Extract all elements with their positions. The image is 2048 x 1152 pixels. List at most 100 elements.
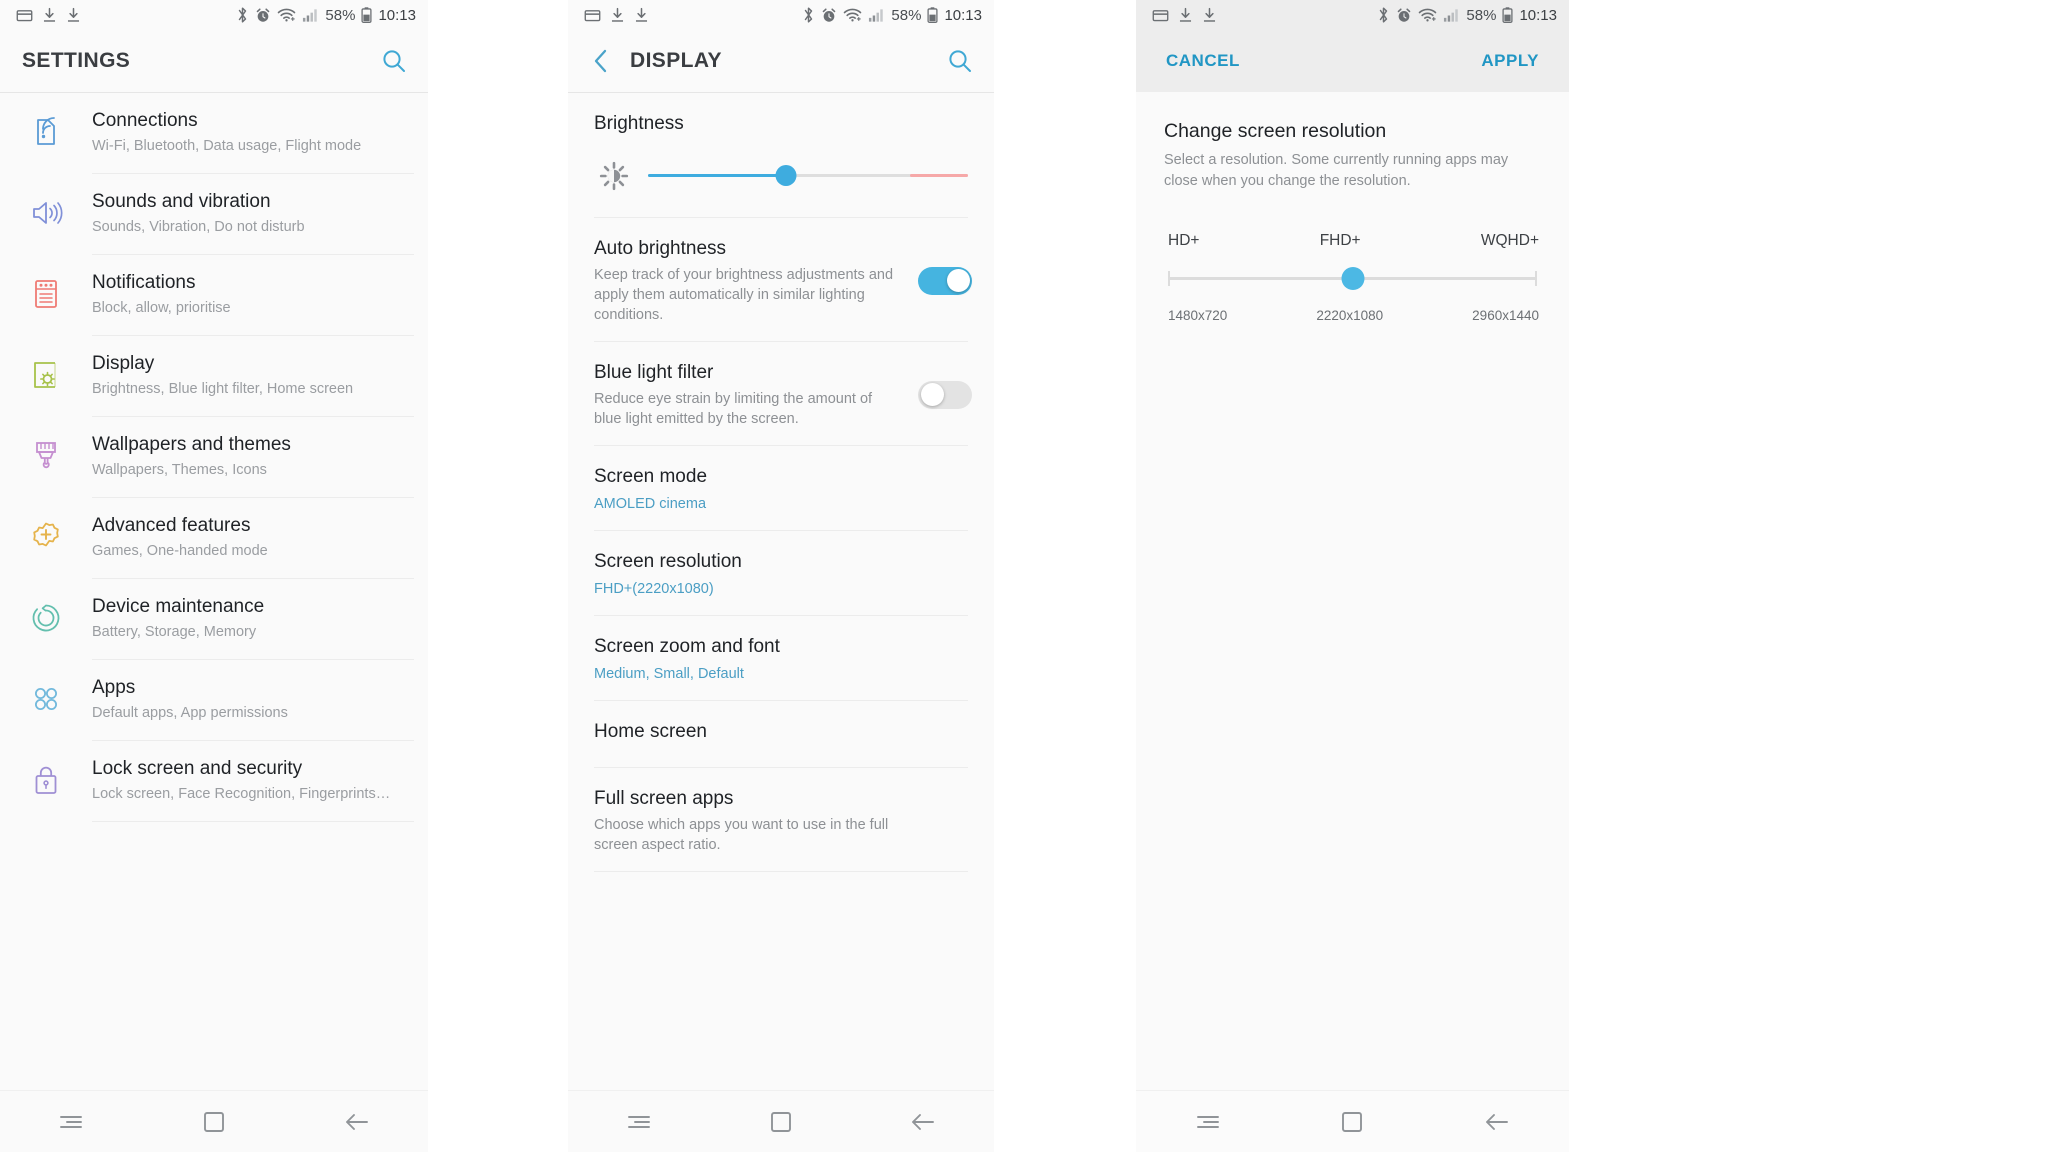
sidebar-item-apps[interactable]: Apps Default apps, App permissions xyxy=(0,660,428,740)
icon-slot xyxy=(0,676,92,716)
battery-percentage: 58% xyxy=(891,6,922,24)
search-button[interactable] xyxy=(380,47,408,75)
sidebar-item-sublabel: Lock screen, Face Recognition, Fingerpri… xyxy=(92,786,391,802)
sidebar-item-notifications[interactable]: Notifications Block, allow, prioritise xyxy=(0,255,428,335)
brightness-icon xyxy=(599,161,629,191)
home-icon xyxy=(1342,1111,1363,1132)
recents-button[interactable] xyxy=(1173,1098,1243,1146)
toggle-knob xyxy=(920,383,944,406)
nav-bar xyxy=(0,1090,428,1152)
brightness-slider[interactable] xyxy=(648,163,968,189)
bluetooth-icon xyxy=(1380,7,1388,23)
row-full-screen-apps[interactable]: Full screen apps Choose which apps you w… xyxy=(568,768,994,855)
row-label: Screen mode xyxy=(594,466,708,487)
resolution-option-name: WQHD+ xyxy=(1480,232,1539,249)
item-text: Apps Default apps, App permissions xyxy=(92,676,414,723)
bluetooth-icon xyxy=(239,7,247,23)
sidebar-item-sublabel: Games, One-handed mode xyxy=(92,543,268,559)
recents-button[interactable] xyxy=(36,1098,106,1146)
search-button[interactable] xyxy=(946,47,974,75)
back-nav-button[interactable] xyxy=(590,48,612,74)
sidebar-item-device-maintenance[interactable]: Device maintenance Battery, Storage, Mem… xyxy=(0,579,428,659)
apply-button[interactable]: APPLY xyxy=(1481,51,1539,71)
download-icon xyxy=(635,7,648,22)
slider-fill xyxy=(648,174,786,177)
blue-light-filter-toggle[interactable] xyxy=(918,380,972,409)
slider-tick-left xyxy=(1168,271,1170,286)
row-text: Auto brightness Keep track of your brigh… xyxy=(594,236,918,325)
resolution-panel: 58% 10:13 CANCEL APPLY Change screen res… xyxy=(1136,0,1569,1152)
auto-brightness-toggle[interactable] xyxy=(918,266,972,295)
notifications-icon xyxy=(35,280,57,308)
row-screen-resolution[interactable]: Screen resolution FHD+(2220x1080) xyxy=(568,531,994,599)
display-content: Brightness Auto brightness Keep track of… xyxy=(568,93,994,872)
bluetooth-icon xyxy=(805,7,813,23)
home-button[interactable] xyxy=(179,1098,249,1146)
row-blue-light-filter[interactable]: Blue light filter Reduce eye strain by l… xyxy=(568,342,994,429)
row-screen-zoom-and-font[interactable]: Screen zoom and font Medium, Small, Defa… xyxy=(568,616,994,684)
sidebar-item-lock-screen-and-security[interactable]: Lock screen and security Lock screen, Fa… xyxy=(0,741,428,821)
sidebar-item-label: Wallpapers and themes xyxy=(92,434,291,455)
sidebar-item-sounds-and-vibration[interactable]: Sounds and vibration Sounds, Vibration, … xyxy=(0,174,428,254)
advanced-features-icon xyxy=(33,522,59,547)
right-margin xyxy=(1569,0,2048,1152)
row-home-screen[interactable]: Home screen xyxy=(568,701,994,757)
row-value: Medium, Small, Default xyxy=(594,666,744,682)
icon-slot xyxy=(0,352,92,392)
icon-slot xyxy=(594,161,634,191)
resolution-option-value: 1480x720 xyxy=(1168,308,1228,323)
item-text: Notifications Block, allow, prioritise xyxy=(92,271,414,318)
back-button[interactable] xyxy=(888,1098,958,1146)
sidebar-item-advanced-features[interactable]: Advanced features Games, One-handed mode xyxy=(0,498,428,578)
sidebar-item-wallpapers-and-themes[interactable]: Wallpapers and themes Wallpapers, Themes… xyxy=(0,417,428,497)
back-arrow-icon xyxy=(1485,1113,1508,1130)
sound-icon xyxy=(33,202,63,224)
resolution-slider[interactable] xyxy=(1164,264,1541,294)
card-icon xyxy=(1152,9,1169,21)
cancel-button[interactable]: CANCEL xyxy=(1166,51,1240,71)
slider-thumb[interactable] xyxy=(1341,267,1364,290)
back-button[interactable] xyxy=(322,1098,392,1146)
sidebar-item-label: Sounds and vibration xyxy=(92,191,271,212)
home-button[interactable] xyxy=(746,1098,816,1146)
status-bar-right-icons: 58% 10:13 xyxy=(802,6,982,24)
signal-icon xyxy=(869,8,884,22)
device-maintenance-icon xyxy=(32,604,60,632)
slider-thumb[interactable] xyxy=(775,165,797,186)
sidebar-item-label: Advanced features xyxy=(92,515,251,536)
icon-slot xyxy=(0,271,92,311)
search-icon xyxy=(949,50,971,72)
recents-icon xyxy=(60,1115,83,1128)
display-icon xyxy=(34,362,56,388)
resolution-slider-block: HD+ FHD+ WQHD+ 1480x720 2220x1080 2960x1… xyxy=(1164,232,1541,323)
card-icon xyxy=(584,9,601,21)
brightness-control xyxy=(568,137,994,217)
download-icon xyxy=(67,7,80,22)
recents-button[interactable] xyxy=(604,1098,674,1146)
status-bar-left-icons xyxy=(1152,7,1217,24)
download-icon xyxy=(43,7,56,22)
icon-slot xyxy=(0,595,92,635)
sidebar-item-sublabel: Brightness, Blue light filter, Home scre… xyxy=(92,381,354,397)
status-bar: 58% 10:13 xyxy=(568,0,994,30)
home-button[interactable] xyxy=(1317,1098,1387,1146)
clock-time: 10:13 xyxy=(378,6,416,24)
row-auto-brightness[interactable]: Auto brightness Keep track of your brigh… xyxy=(568,218,994,325)
back-arrow-icon xyxy=(345,1113,368,1130)
row-text: Blue light filter Reduce eye strain by l… xyxy=(594,360,918,429)
back-button[interactable] xyxy=(1462,1098,1532,1146)
resolution-option-names: HD+ FHD+ WQHD+ xyxy=(1164,232,1541,250)
home-icon xyxy=(771,1111,791,1132)
icon-slot xyxy=(0,757,92,797)
row-divider xyxy=(92,821,414,822)
resolution-description: Select a resolution. Some currently runn… xyxy=(1164,152,1509,189)
alarm-icon xyxy=(1398,7,1411,22)
sidebar-item-sublabel: Default apps, App permissions xyxy=(92,705,288,721)
sidebar-item-display[interactable]: Display Brightness, Blue light filter, H… xyxy=(0,336,428,416)
sidebar-item-label: Device maintenance xyxy=(92,596,265,617)
row-screen-mode[interactable]: Screen mode AMOLED cinema xyxy=(568,446,994,514)
sidebar-item-sublabel: Block, allow, prioritise xyxy=(92,300,231,316)
row-divider xyxy=(594,871,968,872)
card-icon xyxy=(16,9,33,21)
sidebar-item-connections[interactable]: Connections Wi-Fi, Bluetooth, Data usage… xyxy=(0,93,428,173)
